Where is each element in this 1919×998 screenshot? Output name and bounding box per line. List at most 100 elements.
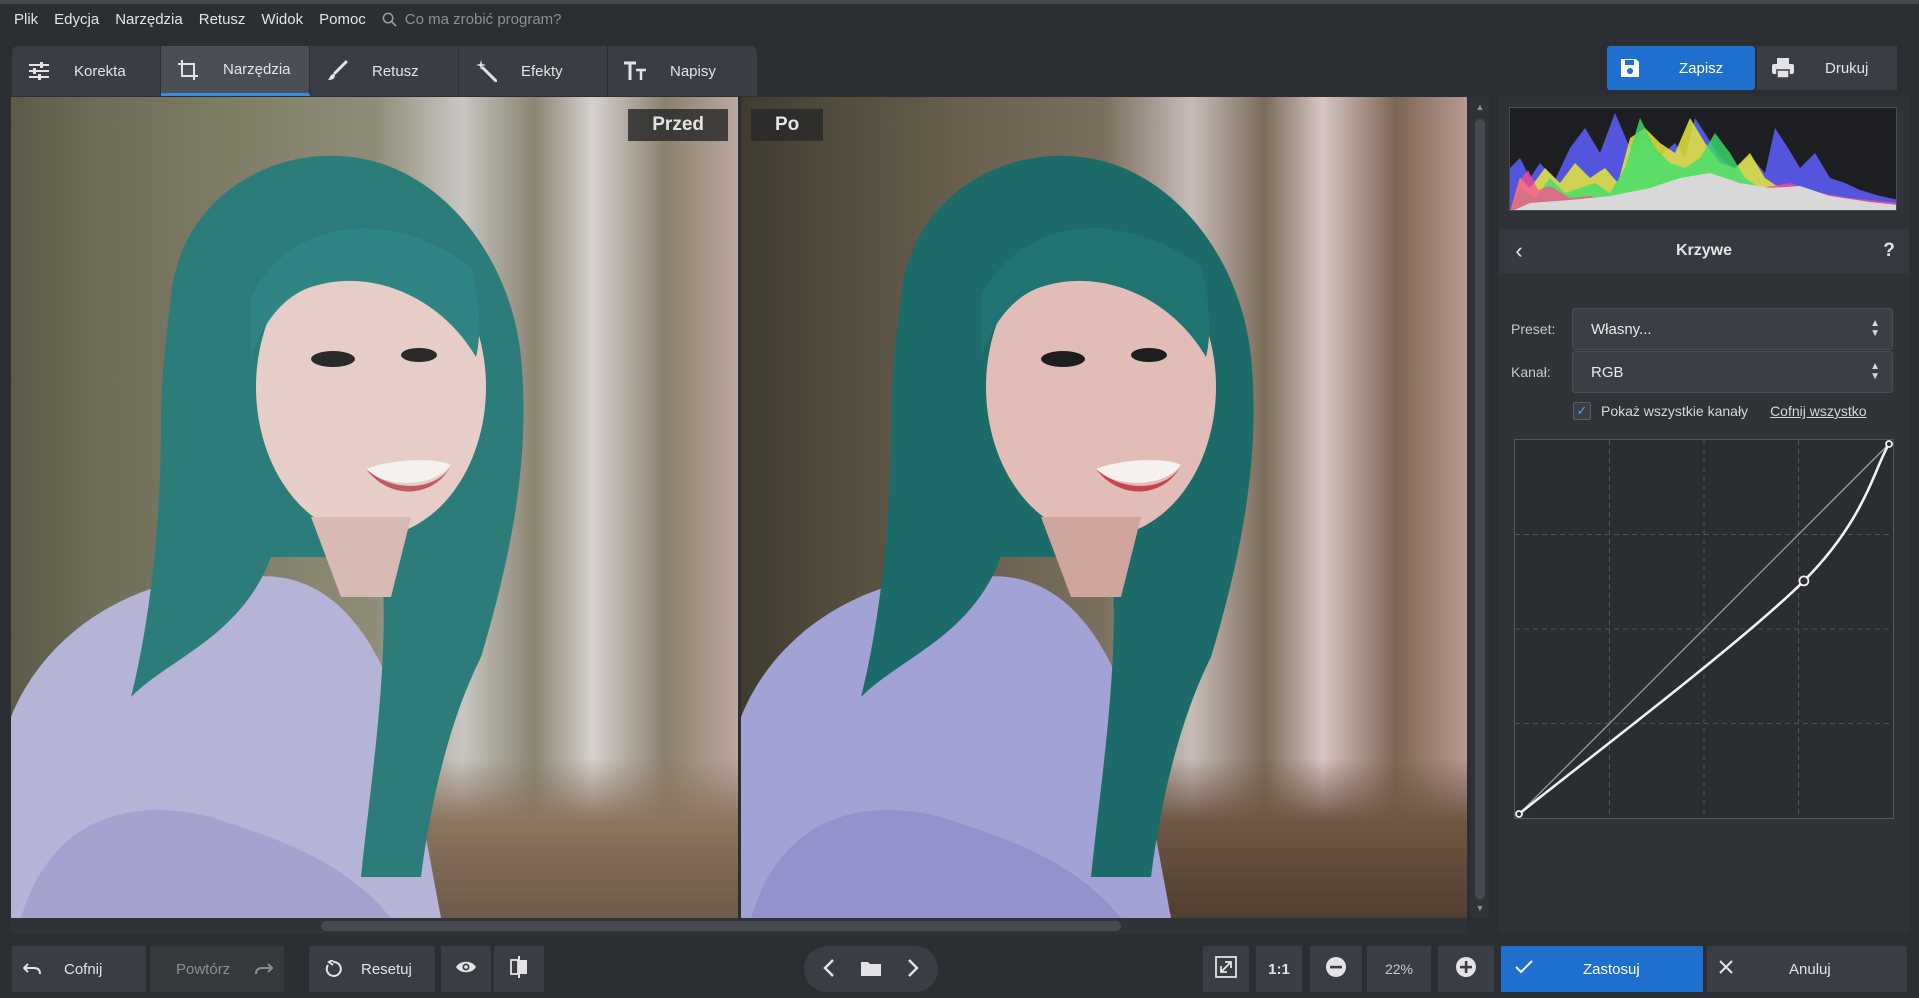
cancel-button[interactable]: Anuluj (1707, 946, 1907, 992)
histogram (1509, 107, 1897, 211)
show-all-channels-checkbox[interactable]: ✓ (1573, 402, 1591, 420)
show-all-channels-row: ✓ Pokaż wszystkie kanały Cofnij wszystko (1573, 399, 1903, 423)
updown-arrows-icon: ▲ ▼ (1870, 361, 1880, 382)
compare-view-button[interactable] (494, 946, 544, 992)
crop-icon (175, 57, 201, 83)
channel-select[interactable]: RGB ▲ ▼ (1572, 351, 1893, 393)
curves-panel: ‹ Krzywe ? Preset: Własny... ▲ ▼ Kanał: R… (1499, 97, 1909, 933)
checkmark-icon (1515, 960, 1533, 978)
after-label: Po (751, 109, 824, 141)
curve-control-point[interactable] (1885, 440, 1893, 448)
tab-label: Narzędzia (223, 61, 291, 78)
save-label: Zapisz (1679, 59, 1724, 77)
menu-view[interactable]: Widok (253, 11, 311, 28)
search-icon (382, 12, 397, 27)
tab-effects[interactable]: Efekty (459, 46, 608, 96)
redo-label: Powtórz (176, 960, 231, 978)
show-all-channels-label: Pokaż wszystkie kanały (1601, 403, 1749, 419)
menu-edit[interactable]: Edycja (46, 11, 107, 28)
vertical-scrollbar[interactable]: ▲ ▼ (1471, 97, 1489, 918)
after-portrait-image (741, 155, 1254, 918)
preset-row: Preset: Własny... ▲ ▼ (1511, 307, 1897, 351)
cancel-label: Anuluj (1789, 960, 1831, 978)
redo-icon (252, 962, 276, 976)
preset-select[interactable]: Własny... ▲ ▼ (1572, 308, 1893, 350)
tab-label: Efekty (521, 62, 563, 80)
zoom-in-button[interactable] (1438, 946, 1494, 992)
curve-control-point[interactable] (1798, 575, 1810, 587)
print-button[interactable]: Drukuj (1757, 46, 1897, 90)
tab-tools[interactable]: Narzędzia (161, 46, 310, 96)
tab-retouch[interactable]: Retusz (310, 46, 459, 96)
help-icon[interactable]: ? (1869, 240, 1909, 262)
zoom-value[interactable]: 22% (1367, 946, 1431, 992)
text-icon (622, 58, 648, 84)
before-portrait-image (11, 155, 524, 918)
scroll-down-icon[interactable]: ▼ (1475, 903, 1485, 913)
back-chevron-icon[interactable]: ‹ (1499, 238, 1539, 264)
bottom-toolbar: Cofnij Powtórz Resetuj 1:1 22% Zastosuj … (0, 940, 1919, 998)
undo-icon (20, 962, 44, 976)
next-chevron-icon[interactable] (907, 958, 920, 980)
preset-label: Preset: (1511, 321, 1556, 337)
curve-control-point[interactable] (1515, 810, 1523, 818)
curves-header: ‹ Krzywe ? (1499, 229, 1909, 273)
menu-tools[interactable]: Narzędzia (107, 11, 191, 28)
tab-correction[interactable]: Korekta (12, 46, 161, 96)
tab-captions[interactable]: Napisy (608, 46, 757, 96)
close-icon (1719, 960, 1733, 978)
menubar: Plik Edycja Narzędzia Retusz Widok Pomoc… (0, 0, 1919, 34)
reset-all-link[interactable]: Cofnij wszystko (1770, 403, 1866, 419)
reset-icon (321, 960, 345, 978)
previous-chevron-icon[interactable] (822, 958, 835, 980)
zoom-out-button[interactable] (1310, 946, 1362, 992)
fit-to-screen-icon (1215, 956, 1237, 982)
before-label: Przed (628, 109, 728, 141)
undo-button[interactable]: Cofnij (12, 946, 146, 992)
fit-screen-button[interactable] (1203, 946, 1249, 992)
vertical-scroll-thumb[interactable] (1475, 119, 1485, 899)
search-placeholder: Co ma zrobić program? (404, 10, 562, 28)
panel-title: Krzywe (1675, 242, 1733, 259)
apply-label: Zastosuj (1583, 960, 1640, 978)
actual-size-label: 1:1 (1268, 960, 1290, 978)
tab-label: Retusz (372, 62, 419, 80)
horizontal-scroll-thumb[interactable] (321, 921, 1121, 931)
menu-retouch[interactable]: Retusz (191, 11, 254, 28)
reset-button[interactable]: Resetuj (309, 946, 435, 992)
horizontal-scrollbar[interactable] (11, 918, 1467, 934)
magic-wand-icon (473, 58, 499, 84)
undo-label: Cofnij (64, 960, 103, 978)
after-preview: Po (741, 97, 1467, 918)
reset-label: Resetuj (361, 960, 412, 978)
tab-label: Napisy (670, 62, 716, 80)
curve-editor[interactable] (1514, 439, 1894, 819)
eye-icon (455, 960, 477, 978)
image-viewport[interactable]: Przed Po (11, 97, 1467, 918)
zoom-in-icon (1455, 956, 1477, 982)
actual-size-button[interactable]: 1:1 (1256, 946, 1302, 992)
top-actions: Zapisz Drukuj (1607, 46, 1897, 92)
floppy-disk-icon (1621, 59, 1639, 77)
before-preview: Przed (11, 97, 738, 918)
search-box[interactable]: Co ma zrobić program? (382, 11, 562, 28)
scroll-up-icon[interactable]: ▲ (1475, 102, 1485, 112)
channel-row: Kanał: RGB ▲ ▼ (1511, 350, 1897, 394)
brush-icon (324, 58, 350, 84)
channel-label: Kanał: (1511, 364, 1551, 380)
folder-icon[interactable] (860, 959, 882, 980)
preset-value: Własny... (1591, 320, 1652, 338)
navigation-pill (804, 946, 938, 992)
print-label: Drukuj (1825, 59, 1869, 77)
preview-toggle-button[interactable] (441, 946, 491, 992)
split-compare-icon (509, 956, 529, 982)
apply-button[interactable]: Zastosuj (1501, 946, 1703, 992)
redo-button[interactable]: Powtórz (150, 946, 284, 992)
tab-label: Korekta (74, 62, 126, 80)
menu-file[interactable]: Plik (6, 11, 46, 28)
menu-help[interactable]: Pomoc (311, 11, 374, 28)
save-button[interactable]: Zapisz (1607, 46, 1755, 90)
printer-icon (1772, 58, 1794, 79)
main-tabs: Korekta Narzędzia Retusz Efekty Napisy (12, 46, 757, 96)
updown-arrows-icon: ▲ ▼ (1870, 318, 1880, 339)
